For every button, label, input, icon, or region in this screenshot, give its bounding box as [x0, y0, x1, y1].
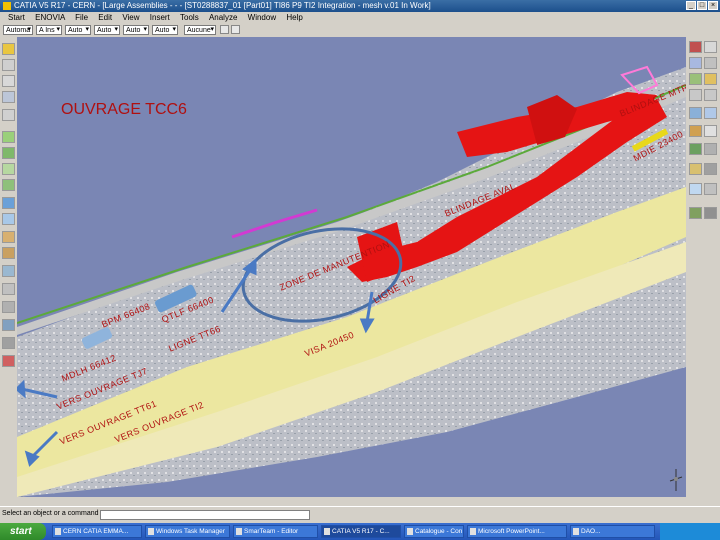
menu-enovia[interactable]: ENOVIA: [35, 13, 65, 22]
fly-mode-icon[interactable]: [689, 57, 702, 69]
windows-taskbar: start CERN CATIA EMMA... Windows Task Ma…: [0, 523, 720, 540]
line-type-select[interactable]: Auto: [94, 25, 120, 35]
fix-icon[interactable]: [2, 147, 15, 159]
hide-show-icon[interactable]: [704, 125, 717, 137]
task-item[interactable]: Catalogue - Con...: [404, 525, 464, 538]
line-thickness-select[interactable]: Auto: [65, 25, 91, 35]
menu-start[interactable]: Start: [8, 13, 25, 22]
scene-icon[interactable]: [2, 355, 15, 367]
close-button[interactable]: ×: [708, 1, 718, 10]
color-select[interactable]: Automa: [3, 25, 33, 35]
zoom-out-icon[interactable]: [704, 89, 717, 101]
right-toolbar: [686, 37, 720, 497]
product-icon[interactable]: [2, 43, 15, 55]
render-icon[interactable]: [689, 163, 702, 175]
transparency-select[interactable]: A Ins: [36, 25, 62, 35]
constraint-icon[interactable]: [2, 131, 15, 143]
start-button[interactable]: start: [0, 523, 46, 540]
angle-icon[interactable]: [2, 197, 15, 209]
lights-icon[interactable]: [704, 163, 717, 175]
pan-icon[interactable]: [689, 73, 702, 85]
left-toolbar: [0, 37, 17, 497]
compass-icon[interactable]: [668, 467, 684, 493]
menu-analyze[interactable]: Analyze: [209, 13, 237, 22]
offset-icon[interactable]: [2, 179, 15, 191]
task-item[interactable]: CATIA V5 R17 - C...: [321, 525, 401, 538]
task-item[interactable]: Windows Task Manager: [145, 525, 230, 538]
status-bar: [0, 497, 720, 506]
iso-view-icon[interactable]: [704, 107, 717, 119]
system-tray: [660, 523, 720, 540]
measure-icon[interactable]: [2, 319, 15, 331]
task-item[interactable]: CERN CATIA EMMA...: [52, 525, 142, 538]
swap-space-icon[interactable]: [689, 143, 702, 155]
distance-icon[interactable]: [2, 301, 15, 313]
analysis-icon[interactable]: [689, 207, 702, 219]
annotation-icon[interactable]: [2, 337, 15, 349]
workbench-icon[interactable]: [689, 41, 702, 53]
snap-icon[interactable]: [2, 231, 15, 243]
camera-icon[interactable]: [689, 183, 702, 195]
task-item[interactable]: SmarTeam - Editor: [233, 525, 318, 538]
menu-edit[interactable]: Edit: [98, 13, 112, 22]
section-icon[interactable]: [2, 283, 15, 295]
menu-window[interactable]: Window: [248, 13, 276, 22]
clipping-icon[interactable]: [704, 183, 717, 195]
task-item[interactable]: DAO...: [570, 525, 655, 538]
paint-icon[interactable]: [220, 25, 229, 34]
menu-view[interactable]: View: [122, 13, 139, 22]
normal-view-icon[interactable]: [689, 107, 702, 119]
multi-view-icon[interactable]: [704, 143, 717, 155]
graph-tree-icon[interactable]: [2, 109, 15, 121]
menu-insert[interactable]: Insert: [150, 13, 170, 22]
select-icon[interactable]: [704, 41, 717, 53]
manipulation-icon[interactable]: [2, 213, 15, 225]
explode-icon[interactable]: [2, 247, 15, 259]
menu-help[interactable]: Help: [286, 13, 302, 22]
fit-all-icon[interactable]: [704, 57, 717, 69]
ouvrage-title: OUVRAGE TCC6: [61, 101, 187, 118]
layer-select[interactable]: Auto: [152, 25, 178, 35]
menu-bar: Start ENOVIA File Edit View Insert Tools…: [0, 12, 720, 23]
task-item[interactable]: Microsoft PowerPoint...: [467, 525, 567, 538]
maximize-button[interactable]: □: [697, 1, 707, 10]
zoom-in-icon[interactable]: [689, 89, 702, 101]
window-title: CATIA V5 R17 - CERN - [Large Assemblies …: [14, 1, 431, 10]
part-icon[interactable]: [2, 59, 15, 71]
command-prompt: Select an object or a command: [2, 510, 99, 517]
rotate-icon[interactable]: [704, 73, 717, 85]
minimize-button[interactable]: _: [686, 1, 696, 10]
command-bar: Select an object or a command: [0, 506, 720, 524]
3d-viewport[interactable]: OUVRAGE TCC6 BLINDAGE MTR MDIE 23400 BLI…: [17, 37, 686, 497]
clash-icon[interactable]: [2, 265, 15, 277]
point-type-select[interactable]: Auto: [123, 25, 149, 35]
replace-icon[interactable]: [2, 91, 15, 103]
window-title-bar: CATIA V5 R17 - CERN - [Large Assemblies …: [0, 0, 720, 12]
rendering-select[interactable]: Aucune: [184, 25, 216, 35]
contact-icon[interactable]: [2, 163, 15, 175]
catia-app-icon: [3, 2, 11, 10]
menu-tools[interactable]: Tools: [180, 13, 199, 22]
properties-icon[interactable]: [231, 25, 240, 34]
command-input[interactable]: [100, 510, 310, 520]
component-icon[interactable]: [2, 75, 15, 87]
menu-file[interactable]: File: [75, 13, 88, 22]
shading-icon[interactable]: [689, 125, 702, 137]
properties-toolbar: Automa A Ins Auto Auto Auto Auto Aucune: [0, 23, 720, 38]
catalog-icon[interactable]: [704, 207, 717, 219]
